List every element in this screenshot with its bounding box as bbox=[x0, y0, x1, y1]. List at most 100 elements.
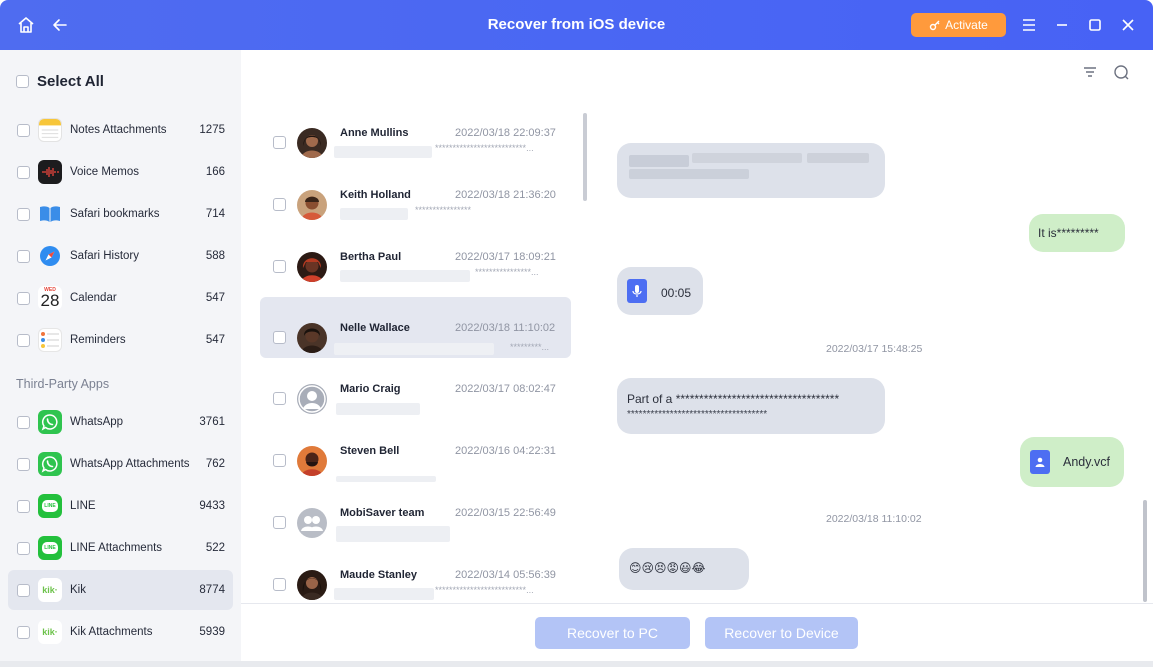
menu-icon[interactable] bbox=[1017, 13, 1041, 37]
title-bar: Recover from iOS device Activate bbox=[0, 0, 1153, 50]
vcard-attachment[interactable]: Andy.vcf bbox=[1020, 437, 1124, 487]
item-checkbox[interactable] bbox=[17, 499, 30, 513]
conversation-item[interactable]: Keith Holland 2022/03/18 21:36:20 ******… bbox=[260, 164, 571, 225]
sidebar-item-line[interactable]: LINE LINE 9433 bbox=[8, 486, 233, 526]
conversation-item[interactable]: Steven Bell 2022/03/16 04:22:31 bbox=[260, 420, 571, 482]
item-checkbox[interactable] bbox=[17, 625, 30, 639]
sidebar-item-count: 8774 bbox=[199, 584, 225, 596]
sidebar-item-count: 588 bbox=[205, 250, 225, 262]
emoji-text: 😊😢😣😡😃😂 bbox=[629, 561, 706, 575]
item-checkbox[interactable] bbox=[17, 333, 30, 347]
filter-icon[interactable] bbox=[1082, 64, 1098, 85]
voice-memos-icon bbox=[38, 160, 62, 184]
conversation-item[interactable]: Anne Mullins 2022/03/18 22:09:37 *******… bbox=[260, 102, 571, 163]
select-all-label: Select All bbox=[37, 73, 104, 90]
item-checkbox[interactable] bbox=[17, 583, 30, 597]
maximize-icon[interactable] bbox=[1083, 13, 1107, 37]
incoming-message: Part of a ******************************… bbox=[617, 378, 885, 434]
activate-button[interactable]: Activate bbox=[911, 13, 1006, 37]
group-avatar bbox=[297, 508, 327, 538]
recover-to-device-button[interactable]: Recover to Device bbox=[705, 617, 858, 649]
conversation-checkbox[interactable] bbox=[273, 260, 286, 273]
contact-name: Anne Mullins bbox=[340, 127, 409, 139]
item-checkbox[interactable] bbox=[17, 415, 30, 429]
sidebar-item-count: 522 bbox=[205, 542, 225, 554]
conversation-checkbox[interactable] bbox=[273, 198, 286, 211]
message-preview: **************** bbox=[340, 205, 560, 220]
message-preview bbox=[336, 400, 560, 415]
sidebar-item-line-attachments[interactable]: LINE LINE Attachments 522 bbox=[8, 528, 233, 568]
item-checkbox[interactable] bbox=[17, 207, 30, 221]
sidebar-item-calendar[interactable]: WED 28 Calendar 547 bbox=[8, 278, 233, 318]
item-checkbox[interactable] bbox=[17, 457, 30, 471]
select-all[interactable]: Select All bbox=[16, 73, 104, 90]
compass-icon bbox=[38, 244, 62, 268]
chat-scrollbar[interactable] bbox=[1143, 500, 1147, 602]
contact-name: Bertha Paul bbox=[340, 251, 402, 263]
conversation-item-selected[interactable]: Nelle Wallace 2022/03/18 11:10:02 ******… bbox=[260, 297, 571, 358]
conversation-checkbox[interactable] bbox=[273, 516, 286, 529]
sidebar-item-whatsapp-attachments[interactable]: WhatsApp Attachments 762 bbox=[8, 444, 233, 484]
audio-file-icon bbox=[627, 279, 647, 303]
sidebar-item-label: Reminders bbox=[70, 334, 126, 346]
preview-masked-text: **************** bbox=[415, 205, 472, 215]
conversation-item[interactable]: Bertha Paul 2022/03/17 18:09:21 ********… bbox=[260, 226, 571, 287]
conversation-list-scrollbar[interactable] bbox=[583, 113, 587, 201]
sidebar-item-notes-attachments[interactable]: Notes Attachments 1275 bbox=[8, 110, 233, 150]
conversation-time: 2022/03/17 18:09:21 bbox=[455, 251, 556, 263]
select-all-checkbox[interactable] bbox=[16, 75, 29, 88]
item-checkbox[interactable] bbox=[17, 249, 30, 263]
calendar-icon: WED 28 bbox=[38, 286, 62, 310]
sidebar-item-label: Notes Attachments bbox=[70, 124, 167, 136]
chat-timestamp: 2022/03/17 15:48:25 bbox=[826, 343, 923, 355]
recover-to-pc-button[interactable]: Recover to PC bbox=[535, 617, 690, 649]
conversation-time: 2022/03/16 04:22:31 bbox=[455, 445, 556, 457]
avatar bbox=[297, 323, 327, 353]
conversation-checkbox[interactable] bbox=[273, 136, 286, 149]
sidebar-item-count: 3761 bbox=[199, 416, 225, 428]
conversation-checkbox[interactable] bbox=[273, 454, 286, 467]
item-checkbox[interactable] bbox=[17, 541, 30, 555]
incoming-message-line-2: ************************************ bbox=[627, 409, 768, 420]
conversation-item[interactable]: Maude Stanley 2022/03/14 05:56:39 ******… bbox=[260, 544, 571, 602]
sidebar-item-count: 1275 bbox=[199, 124, 225, 136]
sidebar-item-label: Safari bookmarks bbox=[70, 208, 160, 220]
sidebar-item-count: 547 bbox=[205, 292, 225, 304]
item-checkbox[interactable] bbox=[17, 123, 30, 137]
category-sidebar: Select All Notes Attachments 1275 Voice … bbox=[0, 50, 241, 661]
conversation-item[interactable]: Mario Craig 2022/03/17 08:02:47 bbox=[260, 358, 571, 419]
conversation-checkbox[interactable] bbox=[273, 392, 286, 405]
minimize-icon[interactable] bbox=[1050, 13, 1074, 37]
sidebar-item-kik-attachments[interactable]: kik· Kik Attachments 5939 bbox=[8, 612, 233, 652]
sidebar-item-safari-bookmarks[interactable]: Safari bookmarks 714 bbox=[8, 194, 233, 234]
avatar-placeholder bbox=[297, 384, 327, 414]
sidebar-item-whatsapp[interactable]: WhatsApp 3761 bbox=[8, 402, 233, 442]
conversation-time: 2022/03/14 05:56:39 bbox=[455, 569, 556, 581]
sidebar-item-kik[interactable]: kik· Kik 8774 bbox=[8, 570, 233, 610]
avatar bbox=[297, 128, 327, 158]
conversation-item[interactable]: MobiSaver team 2022/03/15 22:56:49 bbox=[260, 482, 571, 543]
back-arrow-icon[interactable] bbox=[48, 13, 72, 37]
incoming-message-line-1: Part of a ******************************… bbox=[627, 392, 840, 406]
conversation-checkbox[interactable] bbox=[273, 331, 286, 344]
conversation-checkbox[interactable] bbox=[273, 578, 286, 591]
whatsapp-icon bbox=[38, 452, 62, 476]
message-preview bbox=[336, 524, 560, 542]
outgoing-message: It is********* bbox=[1029, 214, 1125, 252]
avatar bbox=[297, 252, 327, 282]
contact-name: Keith Holland bbox=[340, 189, 411, 201]
search-icon[interactable] bbox=[1113, 64, 1130, 86]
sidebar-item-reminders[interactable]: Reminders 547 bbox=[8, 320, 233, 360]
sidebar-item-voice-memos[interactable]: Voice Memos 166 bbox=[8, 152, 233, 192]
voice-message[interactable]: 00:05 bbox=[617, 267, 703, 315]
home-icon[interactable] bbox=[14, 13, 38, 37]
item-checkbox[interactable] bbox=[17, 165, 30, 179]
sidebar-item-safari-history[interactable]: Safari History 588 bbox=[8, 236, 233, 276]
conversation-time: 2022/03/18 11:10:02 bbox=[455, 322, 556, 334]
sidebar-item-count: 166 bbox=[205, 166, 225, 178]
emoji-message: 😊😢😣😡😃😂 bbox=[619, 548, 749, 590]
voice-duration: 00:05 bbox=[661, 286, 692, 300]
close-icon[interactable] bbox=[1116, 13, 1140, 37]
item-checkbox[interactable] bbox=[17, 291, 30, 305]
reminders-icon bbox=[38, 328, 62, 352]
